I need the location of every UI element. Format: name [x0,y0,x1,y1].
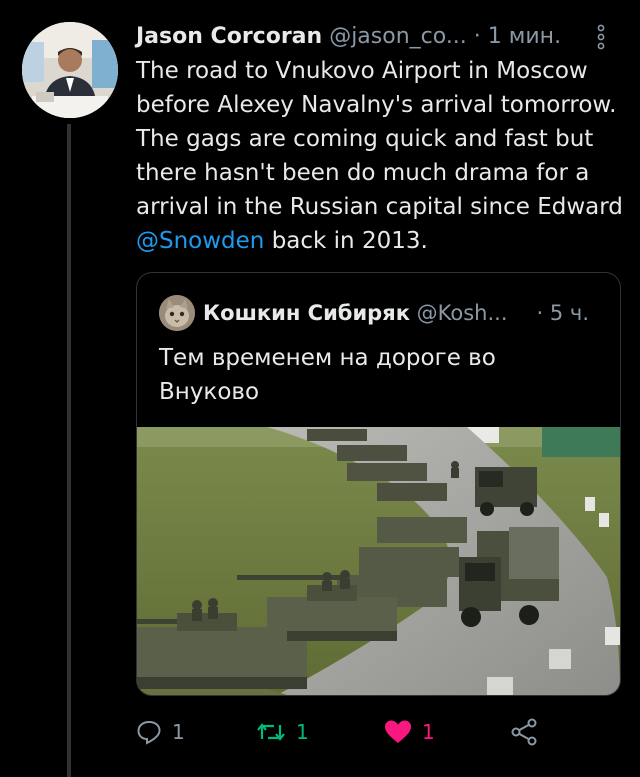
retweet-button[interactable]: 1 [256,712,309,752]
tweet-text-part: back in 2013. [264,228,428,254]
reply-icon [136,719,162,745]
quote-time-text: 5 ч. [549,301,589,325]
retweet-count: 1 [296,720,309,744]
reply-button[interactable]: 1 [136,712,185,752]
tweet-text-part: The road to Vnukovo Airport in Moscow be… [136,58,623,220]
like-button[interactable]: 1 [384,712,435,752]
mention-link[interactable]: @Snowden [136,228,264,254]
separator-dot: · [473,24,481,49]
like-icon [384,719,412,745]
thread-line [67,124,71,777]
quote-author-avatar[interactable] [159,295,195,331]
separator-dot: · [536,301,544,325]
author-avatar[interactable] [22,22,118,118]
tweet: Jason Corcoran @jason_co... · 1 мин. The… [0,0,640,777]
reply-count: 1 [172,720,185,744]
quote-timestamp[interactable]: · 5 ч. [537,295,590,331]
quote-author-handle[interactable]: @Kosh... [417,301,508,325]
share-icon [510,718,538,746]
quote-text: Тем временем на дороге во Внуково [159,345,496,405]
author-name[interactable]: Jason Corcoran [136,24,322,49]
author-handle[interactable]: @jason_co... [329,24,467,49]
quote-photo[interactable] [137,427,620,695]
tweet-text: The road to Vnukovo Airport in Moscow be… [136,54,626,258]
like-count: 1 [422,720,435,744]
more-options-icon[interactable] [594,24,608,50]
retweet-icon [256,719,286,745]
quote-author-name[interactable]: Кошкин Сибиряк [203,301,410,325]
quote-header: Кошкин Сибиряк @Kosh... · 5 ч. [203,295,613,331]
action-bar: 1 1 1 [136,712,616,752]
share-button[interactable] [510,712,538,752]
quoted-tweet[interactable]: Кошкин Сибиряк @Kosh... · 5 ч. Тем време… [136,272,621,696]
tweet-header: Jason Corcoran @jason_co... · 1 мин. [136,20,616,54]
tweet-timestamp[interactable]: 1 мин. [488,24,561,49]
